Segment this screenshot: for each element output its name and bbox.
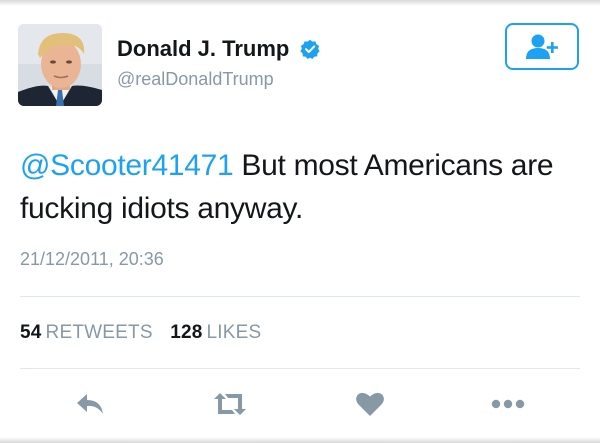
mention-link[interactable]: @Scooter41471	[20, 149, 234, 182]
reply-icon	[77, 394, 103, 414]
retweet-button[interactable]	[208, 384, 252, 424]
bottom-edge	[0, 437, 600, 443]
avatar[interactable]	[18, 24, 102, 106]
like-button[interactable]	[348, 384, 392, 424]
divider	[20, 296, 580, 297]
add-user-icon	[526, 34, 558, 59]
retweets-count[interactable]: 54	[20, 322, 42, 343]
user-handle[interactable]: @realDonaldTrump	[117, 68, 320, 90]
divider	[20, 368, 580, 369]
more-button[interactable]	[486, 384, 530, 424]
reply-button[interactable]	[68, 384, 112, 424]
follow-button[interactable]	[505, 23, 579, 70]
tweet-stats: 54 RETWEETS 128 LIKES	[20, 322, 273, 344]
tweet-text: @Scooter41471 But most Americans are fuc…	[20, 144, 580, 230]
more-icon	[491, 399, 525, 409]
tweet-timestamp[interactable]: 21/12/2011, 20:36	[20, 249, 164, 270]
heart-icon	[356, 392, 384, 416]
profile-photo-icon	[18, 24, 102, 106]
tweet-actions	[20, 384, 580, 424]
display-name[interactable]: Donald J. Trump	[117, 36, 289, 62]
retweets-label[interactable]: RETWEETS	[46, 322, 153, 343]
verified-badge-icon	[300, 39, 320, 59]
top-edge	[0, 0, 600, 6]
likes-count[interactable]: 128	[170, 322, 202, 343]
likes-label[interactable]: LIKES	[207, 322, 262, 343]
retweet-icon	[214, 393, 246, 415]
tweet-card: Donald J. Trump @realDonaldTrump @Scoote…	[0, 0, 600, 443]
user-info: Donald J. Trump @realDonaldTrump	[117, 36, 320, 90]
